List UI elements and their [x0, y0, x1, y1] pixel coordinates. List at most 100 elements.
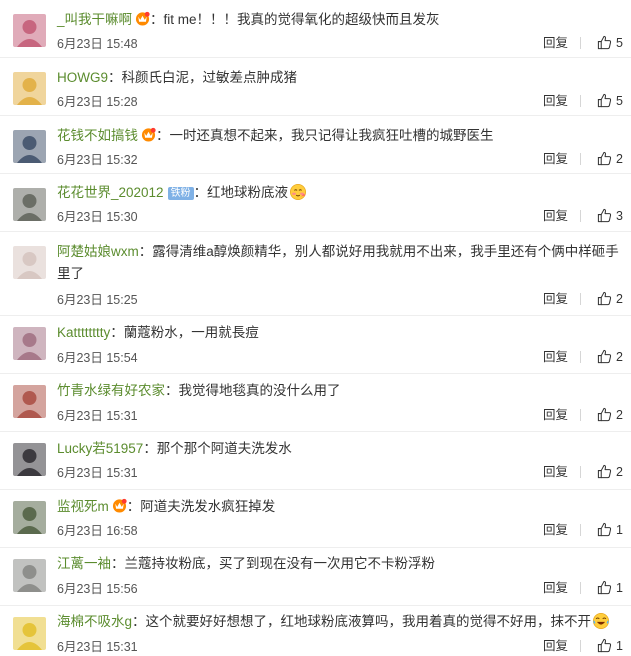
avatar[interactable]	[13, 72, 46, 105]
comment-item: 监视死m ：阿道夫洗发水疯狂掉发 6月23日 16:58 回复 1	[0, 490, 631, 548]
comment-timestamp: 6月23日 15:32	[57, 153, 138, 167]
comment-item: 花花世界_202012 铁粉 ：红地球粉底液 6月23日 15:30 回复 3	[0, 174, 631, 232]
username-link[interactable]: 阿楚姑娘wxm	[57, 244, 139, 259]
like-button[interactable]: 1	[597, 521, 623, 539]
like-button[interactable]: 5	[597, 92, 623, 110]
fans-badge: 铁粉	[167, 187, 194, 200]
like-button[interactable]: 1	[597, 637, 623, 655]
comment-body: ：科颜氏白泥，过敏差点肿成猪	[108, 70, 298, 85]
like-button[interactable]: 1	[597, 579, 623, 597]
vip-crown-icon	[112, 498, 127, 513]
comment-text-block: Lucky若51957：那个那个阿道夫洗发水	[57, 438, 621, 460]
like-button[interactable]: 2	[597, 150, 623, 168]
username-link[interactable]: 海棉不吸水g	[57, 614, 132, 629]
avatar[interactable]	[13, 385, 46, 418]
action-divider	[580, 293, 581, 305]
thumbs-up-icon	[597, 208, 612, 223]
reply-button[interactable]: 回复	[543, 521, 568, 539]
avatar[interactable]	[13, 443, 46, 476]
comment-item: 海棉不吸水g：这个就要好好想想了，红地球粉底液算吗，我用着真的觉得不好用，抹不开…	[0, 606, 631, 656]
comment-actions: 回复 1	[503, 521, 623, 539]
username-link[interactable]: Katttttttty	[57, 325, 110, 340]
like-count: 5	[616, 94, 623, 108]
like-button[interactable]: 5	[597, 34, 623, 52]
reply-button[interactable]: 回复	[543, 290, 568, 308]
thumbs-up-icon	[597, 151, 612, 166]
username-link[interactable]: 花钱不如搞钱	[57, 128, 138, 143]
action-divider	[580, 37, 581, 49]
comment-body: ：兰蔻持妆粉底，买了到现在没有一次用它不卡粉浮粉	[111, 556, 435, 571]
username-link[interactable]: _叫我干嘛啊	[57, 12, 132, 27]
comment-text-block: Katttttttty：蘭蔻粉水，一用就長痘	[57, 322, 621, 344]
thumbs-up-icon	[597, 638, 612, 653]
comment-item: 江蓠一袖：兰蔻持妆粉底，买了到现在没有一次用它不卡粉浮粉 6月23日 15:56 回…	[0, 548, 631, 606]
comment-text-block: 竹青水绿有好农家：我觉得地毯真的没什么用了	[57, 380, 621, 402]
comment-timestamp: 6月23日 15:54	[57, 351, 138, 365]
avatar[interactable]	[13, 501, 46, 534]
action-divider	[580, 466, 581, 478]
comment-body: ：我觉得地毯真的没什么用了	[165, 383, 341, 398]
action-divider	[580, 640, 581, 652]
comment-body: ：这个就要好好想想了，红地球粉底液算吗，我用着真的觉得不好用，抹不开	[132, 614, 592, 629]
comment-timestamp: 6月23日 15:31	[57, 409, 138, 423]
avatar[interactable]	[13, 559, 46, 592]
username-link[interactable]: 江蓠一袖	[57, 556, 111, 571]
like-button[interactable]: 2	[597, 463, 623, 481]
action-divider	[580, 210, 581, 222]
like-count: 1	[616, 523, 623, 537]
comment-timestamp: 6月23日 15:31	[57, 466, 138, 480]
like-count: 1	[616, 639, 623, 653]
comment-text-block: 江蓠一袖：兰蔻持妆粉底，买了到现在没有一次用它不卡粉浮粉	[57, 553, 621, 575]
reply-button[interactable]: 回复	[543, 406, 568, 424]
like-button[interactable]: 2	[597, 406, 623, 424]
comment-body: ：fit me！！！我真的觉得氧化的超级快而且发灰	[150, 12, 440, 27]
like-button[interactable]: 2	[597, 348, 623, 366]
comment-actions: 回复 2	[503, 290, 623, 308]
username-link[interactable]: HOWG9	[57, 70, 108, 85]
comment-list: _叫我干嘛啊 ：fit me！！！我真的觉得氧化的超级快而且发灰 6月23日 15:…	[0, 0, 631, 656]
comment-timestamp: 6月23日 15:31	[57, 640, 138, 654]
comment-actions: 回复 2	[503, 463, 623, 481]
comment-timestamp: 6月23日 15:56	[57, 582, 138, 596]
comment-item: 竹青水绿有好农家：我觉得地毯真的没什么用了 6月23日 15:31 回复 2	[0, 374, 631, 432]
vip-crown-icon	[141, 127, 156, 142]
username-link[interactable]: 花花世界_202012	[57, 185, 164, 200]
comment-timestamp: 6月23日 15:25	[57, 293, 138, 307]
avatar[interactable]	[13, 130, 46, 163]
avatar[interactable]	[13, 327, 46, 360]
avatar[interactable]	[13, 188, 46, 221]
comment-body: ：蘭蔻粉水，一用就長痘	[110, 325, 259, 340]
like-count: 2	[616, 465, 623, 479]
comment-actions: 回复 1	[503, 637, 623, 655]
reply-button[interactable]: 回复	[543, 207, 568, 225]
comment-item: 花钱不如搞钱 ：一时还真想不起来，我只记得让我疯狂吐槽的城野医生 6月23日 15:…	[0, 116, 631, 174]
action-divider	[580, 153, 581, 165]
username-link[interactable]: Lucky若51957	[57, 441, 143, 456]
comment-text-block: 花花世界_202012 铁粉 ：红地球粉底液	[57, 182, 621, 204]
comment-actions: 回复 3	[503, 207, 623, 225]
like-button[interactable]: 2	[597, 290, 623, 308]
reply-button[interactable]: 回复	[543, 150, 568, 168]
reply-button[interactable]: 回复	[543, 463, 568, 481]
like-count: 2	[616, 292, 623, 306]
reply-button[interactable]: 回复	[543, 348, 568, 366]
comment-body: ：露得清维a醇焕颜精华，别人都说好用我就用不出来，我手里还有个俩中样砸手里了	[57, 244, 619, 281]
like-count: 2	[616, 408, 623, 422]
reply-button[interactable]: 回复	[543, 637, 568, 655]
reply-button[interactable]: 回复	[543, 34, 568, 52]
reply-button[interactable]: 回复	[543, 579, 568, 597]
laugh-cry-emoji-icon	[593, 612, 610, 630]
comment-body: ：红地球粉底液	[193, 185, 289, 200]
avatar[interactable]	[13, 617, 46, 650]
username-link[interactable]: 竹青水绿有好农家	[57, 383, 165, 398]
reply-button[interactable]: 回复	[543, 92, 568, 110]
username-link[interactable]: 监视死m	[57, 499, 109, 514]
thumbs-up-icon	[597, 407, 612, 422]
like-button[interactable]: 3	[597, 207, 623, 225]
avatar[interactable]	[13, 246, 46, 279]
like-count: 1	[616, 581, 623, 595]
avatar[interactable]	[13, 14, 46, 47]
comment-body: ：那个那个阿道夫洗发水	[143, 441, 292, 456]
action-divider	[580, 524, 581, 536]
comment-actions: 回复 1	[503, 579, 623, 597]
